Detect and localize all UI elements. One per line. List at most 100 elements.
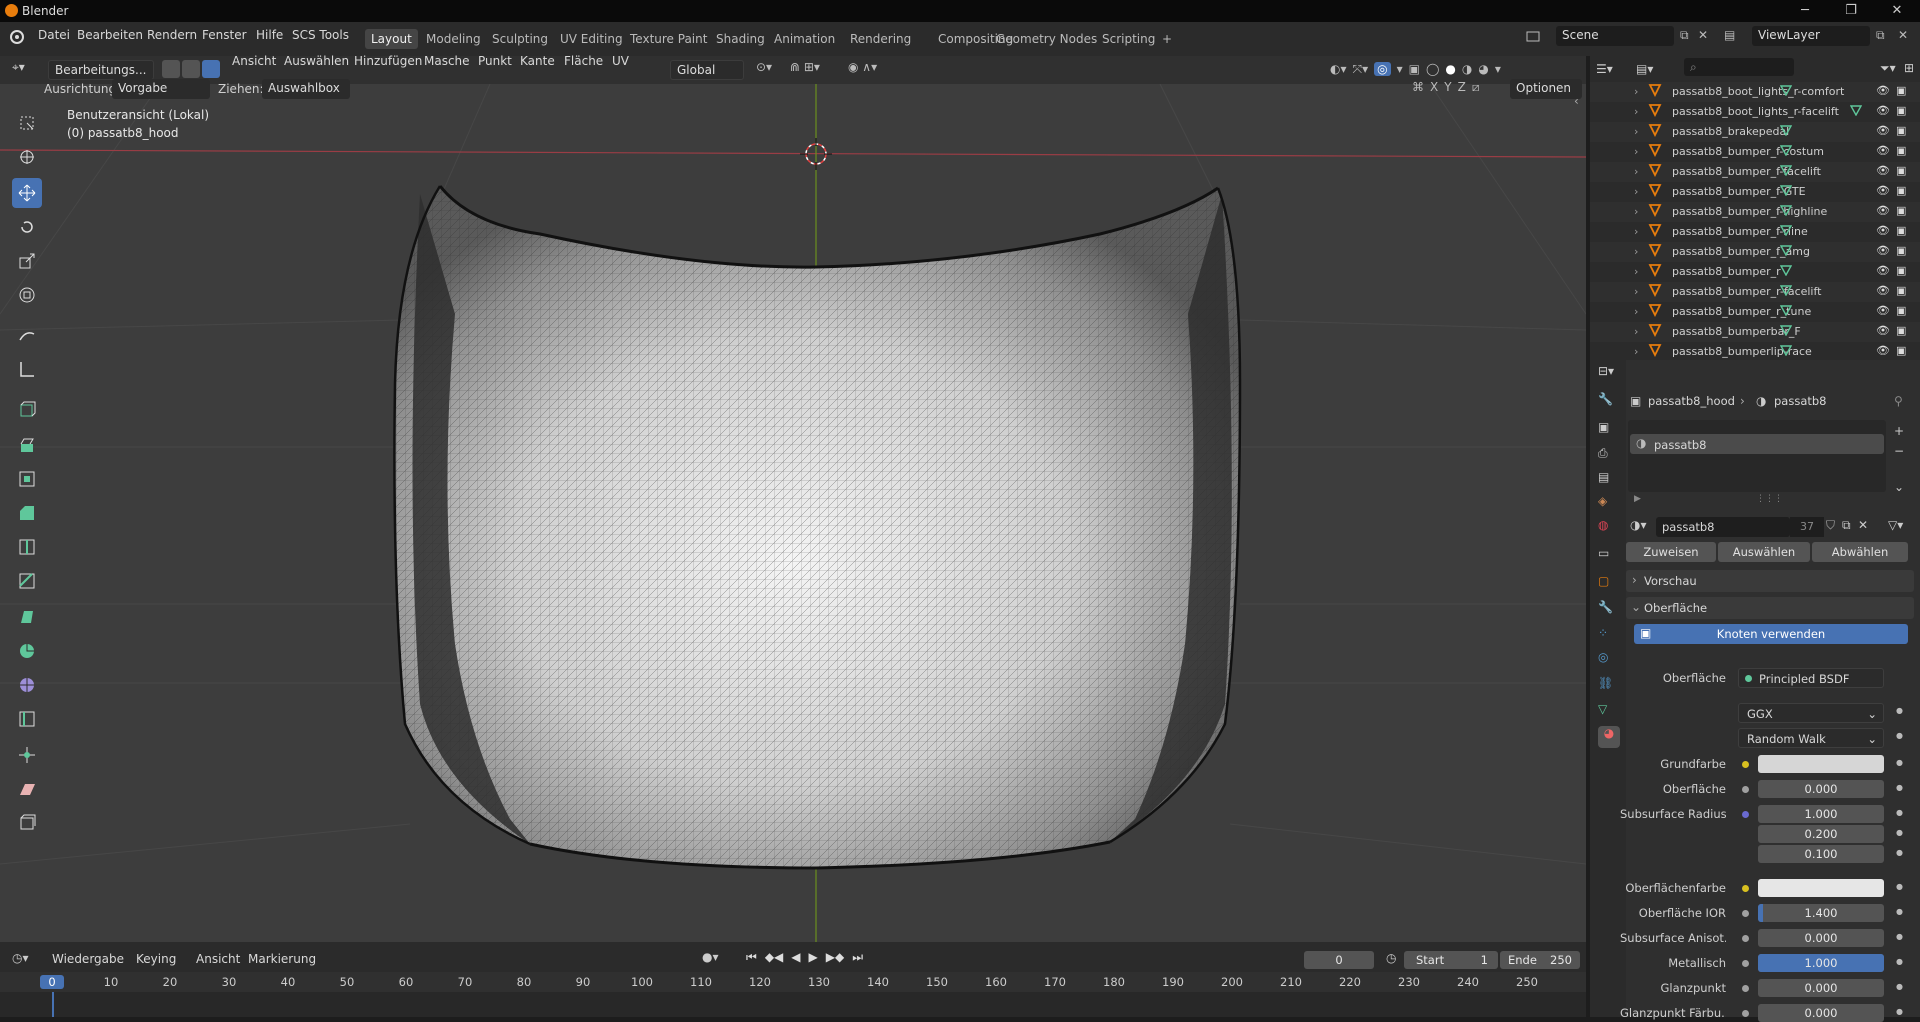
measure-icon[interactable]: [12, 354, 42, 384]
proportional-edit-icon[interactable]: ◉ ∧▾: [848, 60, 877, 74]
minimize-button[interactable]: ─: [1782, 0, 1828, 22]
add-cube-icon[interactable]: [12, 394, 42, 424]
outliner-editor-icon[interactable]: ☰▾: [1596, 62, 1613, 76]
menu-3[interactable]: Fenster: [202, 28, 247, 42]
outliner-row[interactable]: › passatb8_bumper_r 👁 ▣: [1590, 262, 1920, 282]
prop-value-field[interactable]: 0.000: [1758, 979, 1884, 997]
keyframe-dot-icon[interactable]: ●: [1896, 982, 1903, 991]
mirror-icon[interactable]: ⌘: [1412, 80, 1424, 95]
expand-icon[interactable]: ›: [1634, 85, 1638, 98]
workspace-tab-6[interactable]: Animation: [768, 29, 841, 49]
socket-icon[interactable]: [1742, 885, 1749, 892]
prop-value-field[interactable]: [1758, 879, 1884, 897]
duplicate-material-icon[interactable]: ⧉: [1842, 518, 1851, 533]
constraints-tab-icon[interactable]: ⛓: [1598, 676, 1613, 690]
snap-icon[interactable]: ⋒ ⊞▾: [790, 60, 820, 74]
particles-tab-icon[interactable]: ⁘: [1598, 626, 1608, 640]
outliner-row[interactable]: › passatb8_bumper_f-rline 👁 ▣: [1590, 222, 1920, 242]
object-tab-icon[interactable]: ▢: [1598, 574, 1609, 588]
next-keyframe-icon[interactable]: ▶◆: [826, 950, 844, 965]
render-camera-icon[interactable]: ▣: [1896, 104, 1906, 117]
play-reverse-icon[interactable]: ◀: [791, 950, 800, 965]
header-menu-0[interactable]: Ansicht: [232, 54, 276, 68]
outliner-search-input[interactable]: ⌕: [1684, 58, 1794, 76]
gizmo-icon[interactable]: ⤧▾: [1353, 62, 1369, 77]
menu-4[interactable]: Hilfe: [256, 28, 283, 42]
keyframe-dot-icon[interactable]: ●: [1896, 731, 1903, 740]
timeline-menu-0[interactable]: Wiedergabe: [52, 952, 124, 966]
end-frame-field[interactable]: Ende 250: [1500, 951, 1580, 969]
keyframe-dot-icon[interactable]: ●: [1896, 808, 1903, 817]
mirror-z[interactable]: Z: [1458, 80, 1466, 95]
playhead[interactable]: [52, 992, 54, 1017]
jump-end-icon[interactable]: ⏭: [852, 950, 863, 965]
blender-menu-icon[interactable]: [8, 27, 26, 45]
prop-value-field[interactable]: 0.100: [1758, 845, 1884, 863]
poly-build-icon[interactable]: [12, 602, 42, 632]
expand-icon[interactable]: ›: [1634, 285, 1638, 298]
visibility-eye-icon[interactable]: 👁: [1876, 284, 1890, 297]
visibility-eye-icon[interactable]: 👁: [1876, 204, 1890, 217]
node-link-icon[interactable]: ▽▾: [1888, 518, 1903, 532]
rotate-icon[interactable]: [12, 212, 42, 242]
scene-field[interactable]: Scene: [1556, 26, 1674, 46]
visibility-eye-icon[interactable]: 👁: [1876, 344, 1890, 357]
expand-icon[interactable]: ›: [1634, 305, 1638, 318]
socket-icon[interactable]: [1742, 786, 1749, 793]
render-camera-icon[interactable]: ▣: [1896, 204, 1906, 217]
render-camera-icon[interactable]: ▣: [1896, 184, 1906, 197]
distribution-dropdown[interactable]: GGX ⌄: [1738, 703, 1884, 723]
socket-icon[interactable]: [1742, 985, 1749, 992]
keyframe-dot-icon[interactable]: ●: [1896, 882, 1903, 891]
visibility-eye-icon[interactable]: 👁: [1876, 184, 1890, 197]
shrink-fatten-icon[interactable]: [12, 740, 42, 770]
keyframe-dot-icon[interactable]: ●: [1896, 828, 1903, 837]
vertex-select-icon[interactable]: [162, 60, 180, 78]
workspace-tab-10[interactable]: Scripting: [1096, 29, 1161, 49]
prop-value-field[interactable]: 0.000: [1758, 780, 1884, 798]
header-menu-7[interactable]: UV: [612, 54, 629, 68]
prop-value-field[interactable]: 0.000: [1758, 929, 1884, 947]
timeline-menu-2[interactable]: Ansicht: [196, 952, 240, 966]
3d-viewport[interactable]: Benutzeransicht (Lokal) (0) passatb8_hoo…: [0, 84, 1586, 942]
header-menu-2[interactable]: Hinzufügen: [354, 54, 422, 68]
resize-handle-icon[interactable]: ⋮⋮⋮: [1756, 494, 1783, 504]
render-camera-icon[interactable]: ▣: [1896, 124, 1906, 137]
outliner-row[interactable]: › passatb8_bumperbar_F 👁 ▣: [1590, 322, 1920, 342]
menu-5[interactable]: SCS Tools: [292, 28, 349, 42]
keyframe-dot-icon[interactable]: ●: [1896, 932, 1903, 941]
outliner-row[interactable]: › passatb8_bumper_f-highline 👁 ▣: [1590, 202, 1920, 222]
outliner-display-icon[interactable]: ▤▾: [1636, 62, 1653, 76]
timeline-area[interactable]: 0 10 20 30 40 50 60 70 80 90 100 110 120 130 140 150 160…: [0, 972, 1586, 1017]
face-select-icon[interactable]: [202, 60, 220, 78]
socket-icon[interactable]: [1742, 910, 1749, 917]
keyframe-dot-icon[interactable]: ●: [1896, 907, 1903, 916]
properties-editor-icon[interactable]: ⊟▾: [1598, 364, 1614, 378]
visibility-icon[interactable]: ◐▾: [1330, 62, 1347, 76]
socket-icon[interactable]: [1742, 761, 1749, 768]
prop-value-field[interactable]: 1.000: [1758, 805, 1884, 823]
socket-icon[interactable]: [1742, 960, 1749, 967]
preview-panel-header[interactable]: › Vorschau: [1626, 570, 1914, 592]
menu-2[interactable]: Rendern: [147, 28, 197, 42]
visibility-eye-icon[interactable]: 👁: [1876, 224, 1890, 237]
header-menu-3[interactable]: Masche: [424, 54, 470, 68]
outliner-row[interactable]: › passatb8_brakepedal 👁 ▣: [1590, 122, 1920, 142]
workspace-tab-4[interactable]: Texture Paint: [624, 29, 713, 49]
outliner-row[interactable]: › passatb8_bumper_f-GTE 👁 ▣: [1590, 182, 1920, 202]
subsurface-method-dropdown[interactable]: Random Walk ⌄: [1738, 728, 1884, 748]
socket-icon[interactable]: [1742, 1010, 1749, 1017]
bevel-icon[interactable]: [12, 498, 42, 528]
render-camera-icon[interactable]: ▣: [1896, 84, 1906, 97]
keyframe-dot-icon[interactable]: ●: [1896, 957, 1903, 966]
timeline-menu-1[interactable]: Keying: [136, 952, 176, 966]
modifier-tab-icon[interactable]: 🔧: [1598, 600, 1613, 614]
add-workspace-button[interactable]: +: [1156, 29, 1178, 49]
workspace-tab-1[interactable]: Modeling: [420, 29, 487, 49]
mirror-y[interactable]: Y: [1444, 80, 1451, 95]
keyframe-record-icon[interactable]: ●▾: [702, 950, 719, 964]
view-layer-icon[interactable]: ▤: [1724, 28, 1735, 42]
add-slot-icon[interactable]: +: [1894, 424, 1912, 442]
surface-panel-header[interactable]: ⌄ Oberfläche: [1626, 597, 1914, 619]
rendered-shading-icon[interactable]: ◕: [1478, 62, 1488, 76]
